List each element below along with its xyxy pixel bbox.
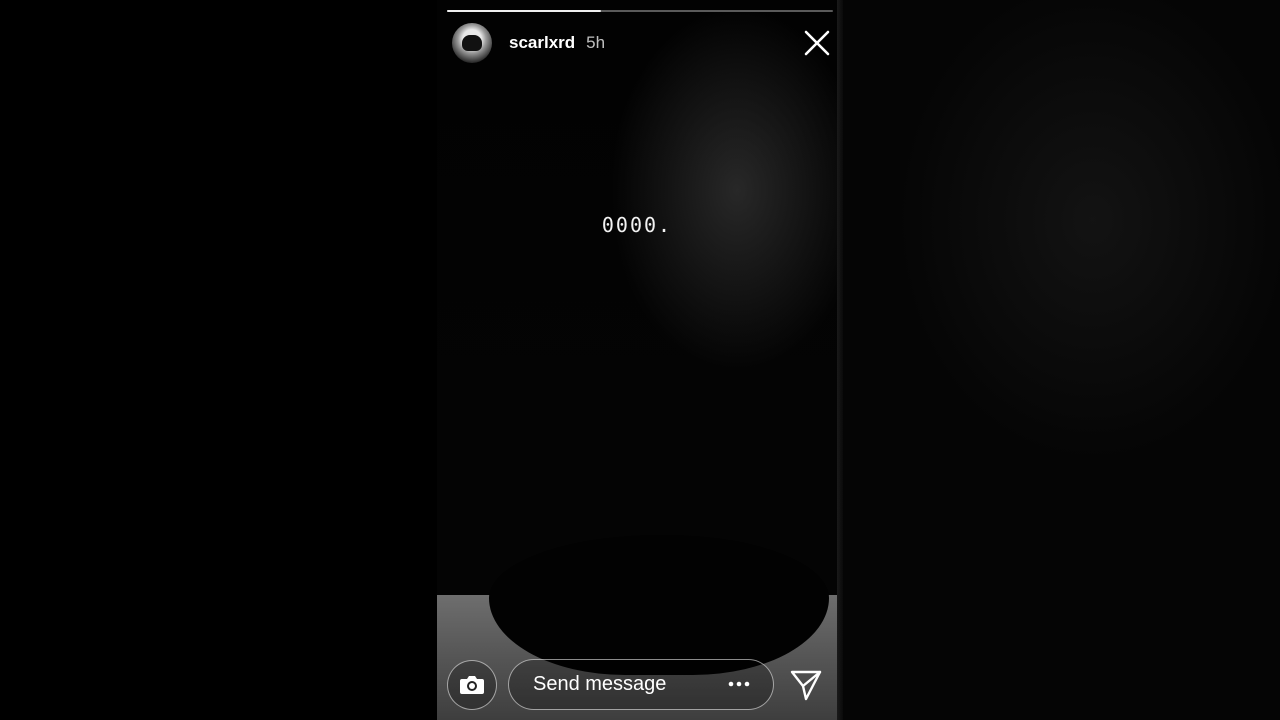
close-icon	[804, 30, 830, 56]
story-username[interactable]: scarlxrd	[509, 33, 575, 53]
camera-button[interactable]	[447, 660, 497, 710]
story-header: scarlxrd 5h	[452, 22, 605, 64]
story-timestamp: 5h	[586, 33, 606, 52]
story-card[interactable]: scarlxrd 5h 0000. Send message	[437, 0, 837, 720]
send-button[interactable]	[789, 668, 823, 702]
next-story-preview[interactable]	[843, 0, 1280, 720]
send-message-input[interactable]: Send message	[508, 659, 774, 710]
close-button[interactable]	[802, 28, 832, 58]
profile-avatar[interactable]	[452, 23, 492, 63]
send-message-placeholder: Send message	[533, 673, 667, 695]
more-dots-icon	[728, 681, 750, 687]
send-icon	[790, 670, 822, 701]
story-progress-bar	[447, 10, 833, 12]
stories-viewer: scarlxrd 5h 0000. Send message	[0, 0, 1280, 720]
story-progress-fill	[447, 10, 602, 12]
story-image-shadow	[489, 535, 829, 675]
story-caption: 0000.	[601, 213, 673, 237]
camera-icon	[460, 676, 484, 694]
more-options-button[interactable]	[727, 672, 751, 696]
